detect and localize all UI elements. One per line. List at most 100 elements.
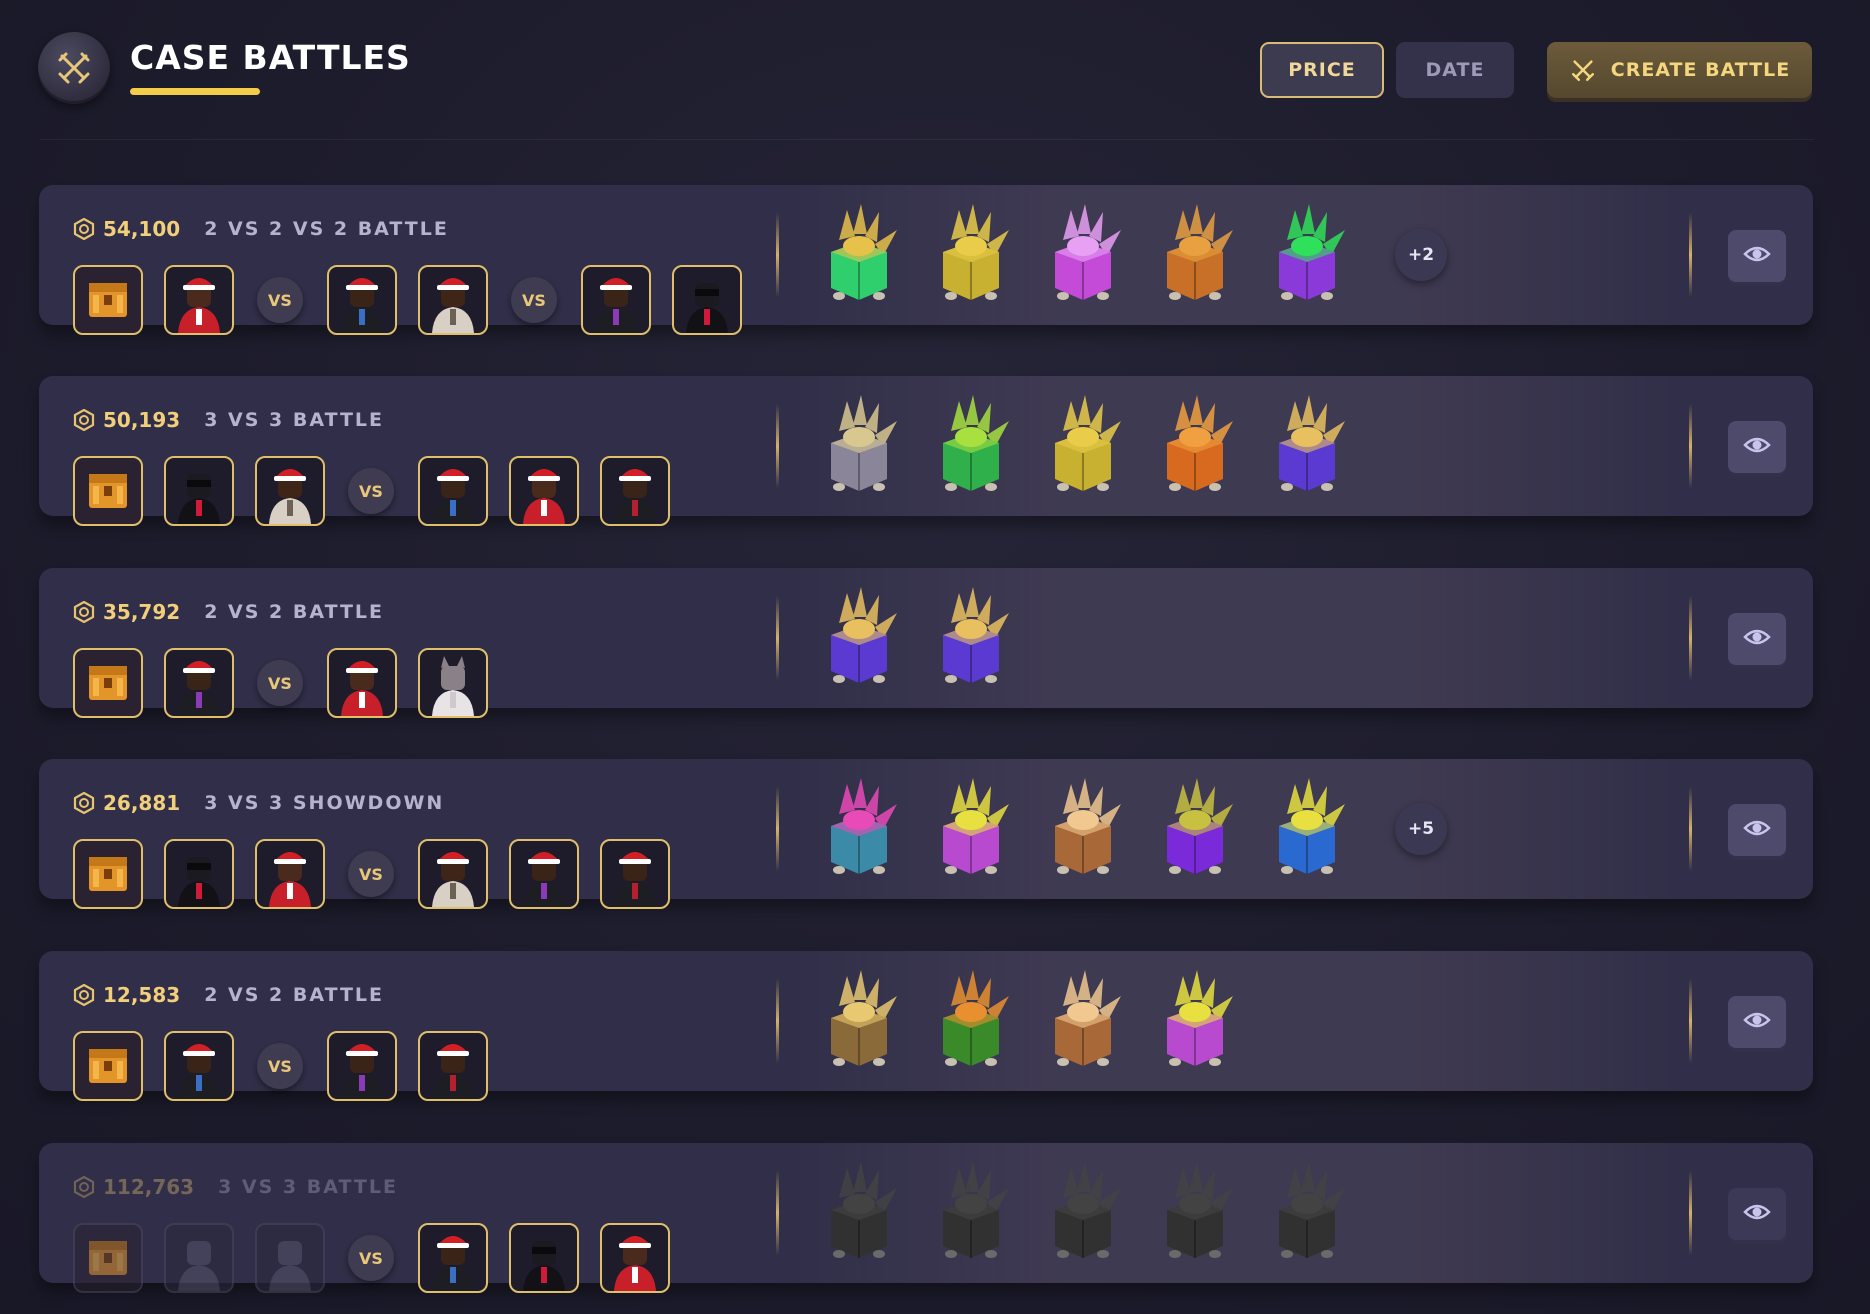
battle-row[interactable]: 54,100 2 VS 2 VS 2 BATTLE VS VS +2: [39, 185, 1813, 335]
orange-ball-case-icon: [921, 966, 1021, 1076]
gold-cowboy-case-icon: [921, 200, 1021, 310]
player-avatar[interactable]: [418, 1223, 488, 1293]
battle-mode: 3 VS 3 BATTLE: [218, 1176, 398, 1198]
silver-case-icon: [809, 391, 909, 501]
battle-price: 50,193: [103, 408, 181, 432]
case-slot-icon[interactable]: [73, 1223, 143, 1293]
player-avatar[interactable]: [418, 456, 488, 526]
halo-case-icon: [809, 583, 909, 693]
player-avatar[interactable]: [164, 839, 234, 909]
player-avatar[interactable]: [418, 648, 488, 718]
crossed-swords-icon: [38, 32, 110, 104]
orange-hat-case-icon: [1145, 200, 1245, 310]
battle-info: 12,583 2 VS 2 BATTLE: [73, 981, 384, 1009]
pink-hat-case-icon: [809, 774, 909, 884]
player-avatar[interactable]: [327, 1031, 397, 1101]
sort-price-button[interactable]: PRICE: [1260, 42, 1384, 98]
player-slots: VS: [73, 1223, 691, 1293]
coin-icon: [73, 1175, 95, 1199]
player-avatar[interactable]: [509, 1223, 579, 1293]
player-avatar[interactable]: [164, 456, 234, 526]
battle-row[interactable]: 35,792 2 VS 2 BATTLE VS: [39, 568, 1813, 718]
battle-price: 112,763: [103, 1175, 195, 1199]
view-battle-button[interactable]: [1728, 230, 1786, 282]
gold-cowboy-case-icon: [1033, 391, 1133, 501]
view-battle-button[interactable]: [1728, 804, 1786, 856]
halo-case-icon: [921, 583, 1021, 693]
battle-price: 26,881: [103, 791, 181, 815]
empty-slot[interactable]: [164, 1223, 234, 1293]
player-avatar[interactable]: [164, 648, 234, 718]
player-slots: VS: [73, 839, 691, 909]
case-strip: +5: [776, 759, 1692, 899]
player-avatar[interactable]: [581, 265, 651, 335]
player-avatar[interactable]: [600, 1223, 670, 1293]
player-avatar[interactable]: [600, 839, 670, 909]
header-divider: [40, 139, 1814, 140]
battle-row[interactable]: 112,763 3 VS 3 BATTLE VS: [39, 1143, 1813, 1293]
eye-icon: [1743, 1010, 1771, 1034]
vs-badge: VS: [348, 1235, 394, 1281]
vs-badge: VS: [257, 660, 303, 706]
player-avatar[interactable]: [600, 456, 670, 526]
crossed-swords-icon: [1571, 60, 1594, 82]
yellow-pink-case-icon: [1145, 966, 1245, 1076]
case-slot-icon[interactable]: [73, 839, 143, 909]
case-slot-icon[interactable]: [73, 1031, 143, 1101]
battle-row[interactable]: 12,583 2 VS 2 BATTLE VS: [39, 951, 1813, 1101]
view-battle-button[interactable]: [1728, 421, 1786, 473]
green-hat-case-icon: [809, 200, 909, 310]
coin-icon: [73, 791, 95, 815]
player-avatar[interactable]: [672, 265, 742, 335]
player-slots: VS VS: [73, 265, 763, 335]
coin-icon: [73, 983, 95, 1007]
more-cases-badge: +2: [1395, 229, 1447, 281]
battle-mode: 2 VS 2 BATTLE: [204, 601, 385, 623]
player-avatar[interactable]: [327, 265, 397, 335]
empty-slot[interactable]: [255, 1223, 325, 1293]
case-slot-icon[interactable]: [73, 265, 143, 335]
gray-case-icon: [1257, 1158, 1357, 1268]
player-avatar[interactable]: [418, 839, 488, 909]
purple-mask-case-icon: [1257, 200, 1357, 310]
player-avatar[interactable]: [509, 456, 579, 526]
vs-badge: VS: [257, 1043, 303, 1089]
battle-info: 112,763 3 VS 3 BATTLE: [73, 1173, 398, 1201]
player-slots: VS: [73, 648, 509, 718]
eye-icon: [1743, 627, 1771, 651]
eye-icon: [1743, 1202, 1771, 1226]
player-slots: VS: [73, 1031, 509, 1101]
vs-badge: VS: [348, 851, 394, 897]
coin-icon: [73, 600, 95, 624]
battle-row[interactable]: 50,193 3 VS 3 BATTLE VS: [39, 376, 1813, 526]
case-strip: [776, 951, 1692, 1091]
player-avatar[interactable]: [509, 839, 579, 909]
player-avatar[interactable]: [164, 265, 234, 335]
gray-case-icon: [1145, 1158, 1245, 1268]
eye-icon: [1743, 244, 1771, 268]
player-avatar[interactable]: [164, 1031, 234, 1101]
gray-case-icon: [1033, 1158, 1133, 1268]
case-slot-icon[interactable]: [73, 456, 143, 526]
player-avatar[interactable]: [255, 456, 325, 526]
case-slot-icon[interactable]: [73, 648, 143, 718]
battle-mode: 3 VS 3 SHOWDOWN: [204, 792, 445, 814]
eye-icon: [1743, 435, 1771, 459]
sort-date-button[interactable]: DATE: [1396, 42, 1514, 98]
create-battle-button[interactable]: CREATE BATTLE: [1547, 42, 1812, 98]
create-battle-label: CREATE BATTLE: [1610, 59, 1791, 81]
view-battle-button[interactable]: [1728, 1188, 1786, 1240]
halo-case-icon: [1257, 391, 1357, 501]
player-avatar[interactable]: [418, 1031, 488, 1101]
player-avatar[interactable]: [255, 839, 325, 909]
view-battle-button[interactable]: [1728, 613, 1786, 665]
player-avatar[interactable]: [418, 265, 488, 335]
title-underline: [130, 88, 260, 95]
battle-mode: 2 VS 2 BATTLE: [204, 984, 385, 1006]
view-battle-button[interactable]: [1728, 996, 1786, 1048]
gray-case-icon: [809, 1158, 909, 1268]
vs-badge: VS: [257, 277, 303, 323]
battle-info: 50,193 3 VS 3 BATTLE: [73, 406, 384, 434]
player-avatar[interactable]: [327, 648, 397, 718]
battle-row[interactable]: 26,881 3 VS 3 SHOWDOWN VS +5: [39, 759, 1813, 909]
